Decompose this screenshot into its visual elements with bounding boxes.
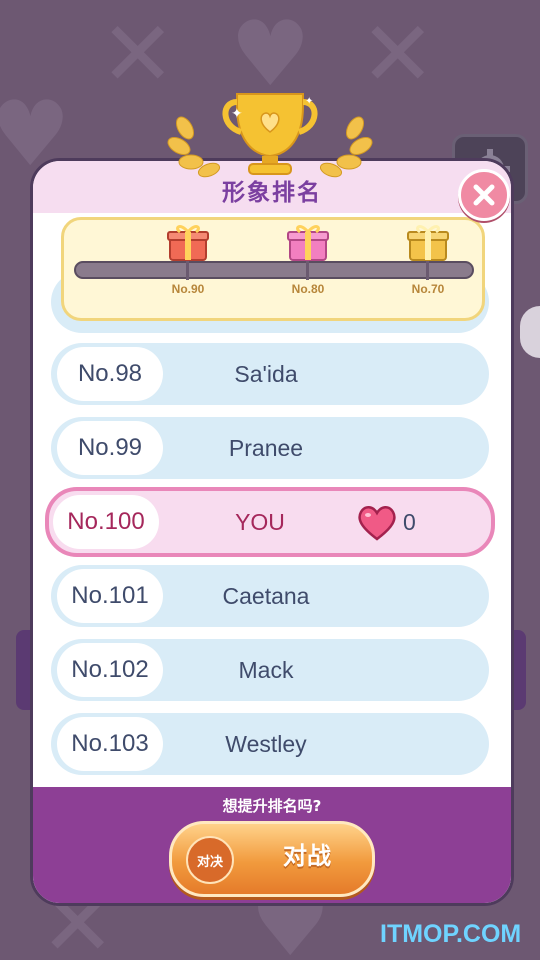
ranking-row: No.102 Mack [51, 639, 489, 701]
panel-footer: 想提升排名吗? 对决 对战 [33, 787, 511, 903]
player-name: YOU [235, 509, 285, 535]
player-name: Sa'ida [234, 361, 298, 387]
upgrade-prompt: 想提升排名吗? [222, 797, 322, 815]
heart-mark-icon: ♥ [230, 2, 311, 107]
rank-badge: No.98 [57, 347, 163, 401]
ranking-row: No.103 Westley [51, 713, 489, 775]
player-name: Pranee [228, 435, 304, 461]
ranking-row-player: No.100 YOU 0 [45, 487, 495, 557]
trophy-icon: ✦ ✦ [167, 93, 373, 178]
progress-track [74, 261, 474, 279]
ranking-panel: 形象排名 No.98 Sa'ida No.99 Pranee No.100 YO… [30, 158, 514, 906]
rank-badge: No.102 [57, 643, 163, 697]
player-name: Westley [225, 731, 307, 757]
gift-icon [407, 225, 449, 261]
watermark: ITMOP.COM [380, 920, 522, 948]
x-mark-icon: ✕ [100, 2, 176, 107]
rank-badge: No.101 [57, 569, 163, 623]
player-name: Mack [238, 657, 294, 683]
close-icon [473, 184, 495, 206]
rank-badge: No.99 [57, 421, 163, 475]
milestone-label: No.70 [411, 282, 445, 296]
ranking-row: No.101 Caetana [51, 565, 489, 627]
gift-icon [287, 225, 329, 261]
trophy-emblem: ✦ ✦ [165, 88, 375, 188]
milestone-label: No.80 [291, 282, 325, 296]
heart-count: 0 [403, 509, 416, 535]
svg-text:✦: ✦ [231, 106, 243, 122]
battle-button[interactable]: 对决 对战 [169, 821, 375, 897]
heart-icon [358, 506, 396, 541]
ranking-row: No.98 Sa'ida [51, 343, 489, 405]
battle-badge: 对决 [186, 836, 234, 884]
milestone-label: No.90 [171, 282, 205, 296]
gift-icon [167, 225, 209, 261]
ranking-row: No.99 Pranee [51, 417, 489, 479]
battle-label: 对战 [283, 842, 331, 870]
player-name: Caetana [222, 583, 310, 609]
svg-text:✦: ✦ [305, 96, 313, 107]
close-button[interactable] [458, 169, 510, 221]
reward-progress: No.90 No.80 No.70 [61, 217, 485, 321]
rank-badge: No.103 [57, 717, 163, 771]
x-mark-icon: ✕ [360, 2, 436, 107]
rank-badge: No.100 [53, 495, 159, 549]
